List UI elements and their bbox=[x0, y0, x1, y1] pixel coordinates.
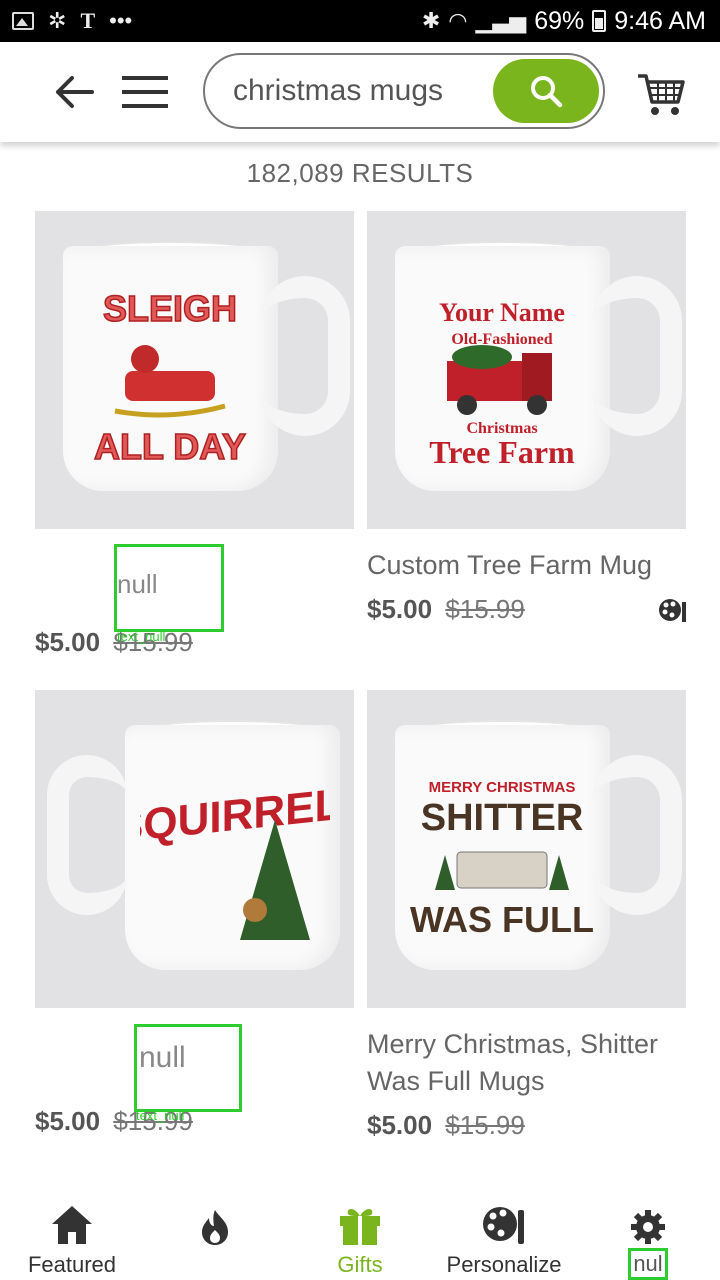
search-input[interactable] bbox=[233, 55, 493, 127]
search-icon bbox=[531, 76, 563, 108]
sale-price: $5.00 bbox=[367, 1110, 433, 1140]
product-card[interactable]: SLEIGH ALL DAY null text_null $5.00 $15.… bbox=[35, 211, 354, 658]
product-card[interactable]: MERRY CHRISTMAS SHITTER WAS FULL Merry C… bbox=[367, 690, 686, 1141]
sleigh-artwork: SLEIGH ALL DAY bbox=[93, 287, 247, 468]
product-image-rv-mug[interactable]: MERRY CHRISTMAS SHITTER WAS FULL bbox=[367, 690, 686, 1008]
product-image-sleigh-mug[interactable]: SLEIGH ALL DAY bbox=[35, 211, 354, 529]
squirrel-text: SQUIRREL! bbox=[140, 778, 330, 852]
home-icon bbox=[52, 1206, 92, 1244]
original-price: $15.99 bbox=[445, 1110, 525, 1140]
cart-icon bbox=[638, 74, 685, 115]
nav-settings[interactable]: nul bbox=[618, 1196, 678, 1280]
mug-handle bbox=[260, 276, 350, 436]
back-button[interactable] bbox=[52, 70, 98, 114]
signal-icon: ▁▃▅ bbox=[475, 8, 527, 33]
status-bar: ✲ T ••• ✱ ◠ ▁▃▅ 69% 9:46 AM bbox=[0, 0, 720, 42]
sale-price: $5.00 bbox=[35, 627, 101, 657]
palette-icon bbox=[483, 1207, 524, 1244]
sale-price: $5.00 bbox=[367, 594, 433, 624]
bottom-nav: Featured Gifts Personalize nul bbox=[0, 1196, 720, 1280]
battery-icon bbox=[592, 10, 607, 32]
rv-shape bbox=[456, 851, 548, 889]
null-annotation-tag: text_null bbox=[136, 1108, 185, 1123]
nav-label: Featured bbox=[27, 1252, 117, 1277]
product-title[interactable]: Custom Tree Farm Mug bbox=[367, 547, 686, 584]
gear-icon bbox=[631, 1210, 665, 1244]
product-card[interactable]: Your Name Old-Fashioned Christmas Tree F… bbox=[367, 211, 686, 625]
original-price: $15.99 bbox=[445, 594, 525, 624]
search-bar bbox=[203, 53, 605, 129]
search-button[interactable] bbox=[493, 59, 599, 123]
cart-button[interactable] bbox=[636, 70, 686, 118]
product-image-squirrel-mug[interactable]: SQUIRREL! bbox=[35, 690, 354, 1008]
product-price: $5.00 $15.99 bbox=[367, 1110, 686, 1141]
rv-line2: SHITTER bbox=[421, 797, 584, 839]
gift-icon bbox=[340, 1209, 380, 1245]
product-card[interactable]: SQUIRREL! null text_null $5.00 $15.99 bbox=[35, 690, 354, 1137]
null-annotation-tag: text_null bbox=[117, 629, 166, 644]
battery-percent: 69% bbox=[534, 6, 585, 35]
tree-line4: Tree Farm bbox=[429, 434, 575, 470]
product-price: $5.00 $15.99 bbox=[367, 594, 686, 625]
mug-handle bbox=[592, 276, 682, 436]
flame-icon bbox=[202, 1210, 228, 1245]
nav-label: nul bbox=[628, 1248, 668, 1280]
nav-featured[interactable]: Featured bbox=[22, 1196, 122, 1280]
rv-line1: MERRY CHRISTMAS bbox=[429, 779, 576, 796]
mug-handle bbox=[47, 755, 127, 915]
personalize-icon[interactable] bbox=[658, 596, 686, 624]
nav-gifts[interactable]: Gifts bbox=[320, 1196, 400, 1280]
squirrel-shape bbox=[243, 898, 267, 922]
nav-personalize[interactable]: Personalize bbox=[444, 1196, 564, 1280]
nav-trending[interactable] bbox=[180, 1196, 250, 1280]
network-icon: ✲ bbox=[48, 8, 67, 33]
status-system: ✱ ◠ ▁▃▅ 69% 9:46 AM bbox=[422, 0, 706, 42]
t-icon: T bbox=[80, 8, 96, 33]
bluetooth-icon: ✱ bbox=[421, 8, 441, 33]
tree-line2: Old-Fashioned bbox=[451, 331, 552, 348]
null-annotation-box: null bbox=[114, 544, 224, 632]
hamburger-icon bbox=[122, 76, 168, 108]
rv-artwork: MERRY CHRISTMAS SHITTER WAS FULL bbox=[410, 779, 594, 940]
results-count: 182,089 RESULTS bbox=[246, 158, 474, 188]
gallery-icon bbox=[12, 12, 34, 30]
status-notifications: ✲ T ••• bbox=[12, 0, 132, 42]
wifi-icon: ◠ bbox=[448, 8, 468, 33]
squirrel-artwork: SQUIRREL! bbox=[140, 778, 330, 940]
sale-price: $5.00 bbox=[35, 1106, 101, 1136]
tree-farm-artwork: Your Name Old-Fashioned Christmas Tree F… bbox=[429, 298, 575, 470]
sleigh-top-text: SLEIGH bbox=[103, 288, 237, 329]
nav-label: Personalize bbox=[446, 1252, 562, 1277]
sleigh-bottom-text: ALL DAY bbox=[94, 426, 246, 467]
clock: 9:46 AM bbox=[614, 6, 706, 35]
rv-line3: WAS FULL bbox=[410, 899, 594, 940]
more-icon: ••• bbox=[109, 8, 133, 33]
tree-line1: Your Name bbox=[439, 298, 565, 327]
menu-button[interactable] bbox=[120, 72, 170, 112]
mug-handle bbox=[592, 755, 682, 915]
product-image-tree-farm-mug[interactable]: Your Name Old-Fashioned Christmas Tree F… bbox=[367, 211, 686, 529]
nav-label: Gifts bbox=[337, 1252, 383, 1277]
back-arrow-icon bbox=[56, 76, 94, 108]
app-header bbox=[0, 42, 720, 142]
sleigh-shape bbox=[125, 371, 215, 401]
product-title[interactable]: Merry Christmas, Shitter Was Full Mugs bbox=[367, 1026, 686, 1100]
null-annotation-box: null bbox=[134, 1024, 242, 1112]
